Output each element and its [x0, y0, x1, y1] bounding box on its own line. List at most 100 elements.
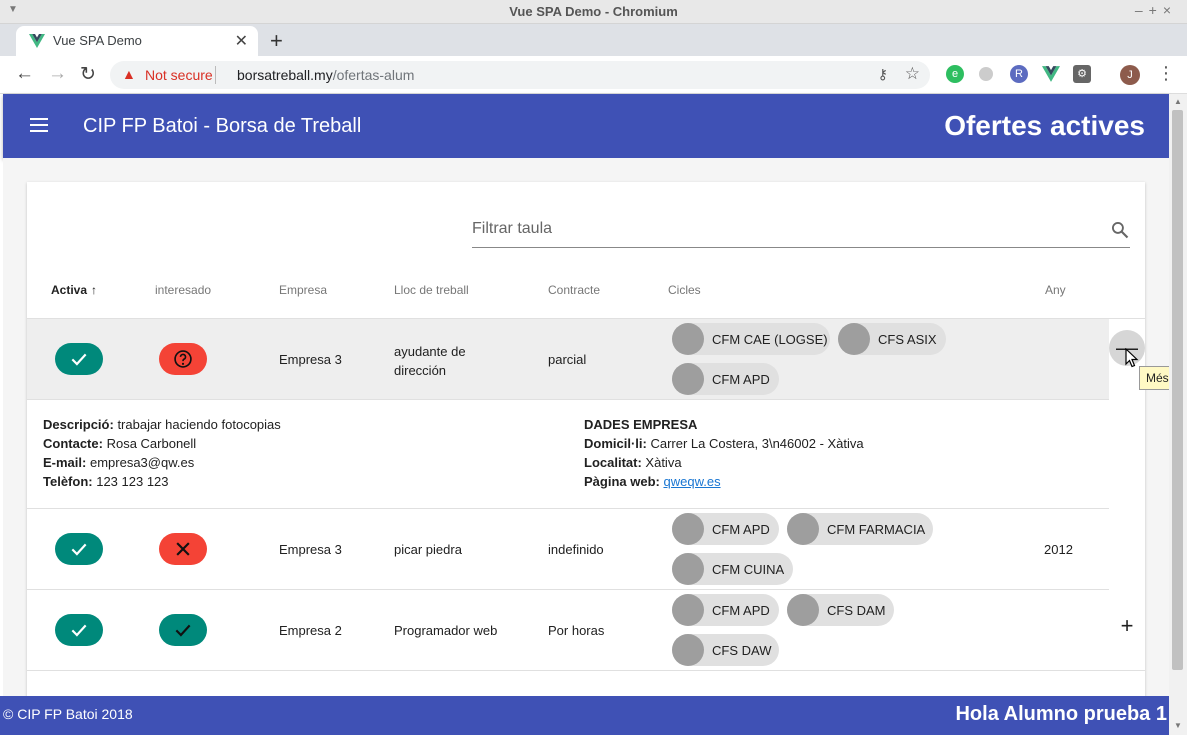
copyright-text: © CIP FP Batoi 2018	[3, 706, 133, 722]
help-icon	[174, 350, 192, 368]
window-title: Vue SPA Demo - Chromium	[509, 4, 678, 19]
table-row[interactable]: Empresa 3 picar piedra indefinido CFM AP…	[27, 509, 1109, 590]
address-bar[interactable]: ▲ Not secure borsatreball.my/ofertas-alu…	[110, 61, 930, 89]
cicle-chip: CFM APD	[672, 513, 779, 545]
lloc-cell: Programador web	[394, 623, 498, 638]
app-title: CIP FP Batoi - Borsa de Treball	[83, 115, 362, 137]
address-divider	[215, 66, 216, 84]
reload-icon[interactable]: ↻	[80, 63, 96, 86]
app-footer: © CIP FP Batoi 2018 Hola Alumno prueba 1	[0, 696, 1169, 735]
warning-icon: ▲	[122, 66, 136, 82]
offers-table-card: Activa↑ interesado Empresa Lloc de treba…	[27, 182, 1145, 696]
url-text[interactable]: borsatreball.my/ofertas-alum	[237, 67, 414, 83]
plus-icon: +	[1120, 613, 1134, 638]
scroll-down-icon[interactable]: ▼	[1174, 721, 1182, 730]
sort-arrow-up-icon: ↑	[91, 283, 98, 297]
mouse-cursor-icon	[1125, 348, 1139, 368]
table-row[interactable]: Empresa 2 Programador web Por horas CFM …	[27, 590, 1145, 671]
cicle-chip: CFS ASIX	[838, 323, 946, 355]
hamburger-menu-icon[interactable]	[30, 118, 48, 132]
row-details: Descripció: trabajar haciendo fotocopias…	[27, 400, 1109, 509]
bookmark-star-icon[interactable]: ☆	[905, 64, 920, 84]
cicle-chip: CFM CUINA	[672, 553, 793, 585]
cicle-chip: CFM FARMACIA	[787, 513, 933, 545]
vue-logo-icon	[29, 34, 45, 48]
browser-menu-icon[interactable]: ⋮	[1157, 63, 1175, 84]
empresa-cell: Empresa 3	[279, 352, 342, 367]
table-header: Activa ↑ interesado Empresa Lloc de treba…	[27, 262, 1145, 319]
descripcio-value: trabajar haciendo fotocopias	[117, 417, 281, 432]
cicle-chip: CFM APD	[672, 363, 779, 395]
check-icon	[71, 624, 87, 637]
new-tab-icon[interactable]: +	[270, 28, 283, 54]
company-heading: DADES EMPRESA	[584, 417, 698, 432]
table-row[interactable]: Empresa 3 ayudante de dirección parcial …	[27, 319, 1109, 400]
tab-close-icon[interactable]: ✕	[235, 31, 248, 51]
security-status[interactable]: Not secure	[145, 67, 213, 83]
tab-title: Vue SPA Demo	[53, 33, 142, 48]
scrollbar-thumb[interactable]	[1172, 110, 1183, 670]
active-status	[55, 614, 103, 646]
page-scrollbar[interactable]: ▲ ▼	[1169, 94, 1187, 735]
tab-strip: Vue SPA Demo ✕ +	[0, 24, 1187, 56]
search-field[interactable]	[472, 216, 1130, 248]
interest-status[interactable]	[159, 343, 207, 375]
check-icon	[71, 543, 87, 556]
cicle-chip: CFM CAE (LOGSE)	[672, 323, 830, 355]
column-header-interesado[interactable]: interesado	[155, 283, 211, 297]
close-icon	[176, 542, 190, 556]
company-website-link[interactable]: qweqw.es	[663, 474, 720, 489]
browser-tab[interactable]: Vue SPA Demo ✕	[16, 26, 258, 56]
column-header-any[interactable]: Any	[1045, 283, 1066, 297]
lloc-cell: ayudante de dirección	[394, 344, 466, 378]
browser-toolbar: ← → ↻ ▲ Not secure borsatreball.my/ofert…	[0, 56, 1187, 94]
column-header-empresa[interactable]: Empresa	[279, 283, 327, 297]
column-header-lloc[interactable]: Lloc de treball	[394, 283, 469, 297]
back-icon[interactable]: ←	[15, 63, 34, 85]
page-title: Ofertes actives	[944, 110, 1145, 141]
column-header-contracte[interactable]: Contracte	[548, 283, 600, 297]
cicle-chip: CFS DAM	[787, 594, 894, 626]
app-toolbar: CIP FP Batoi - Borsa de Treball Ofertes …	[3, 94, 1169, 158]
telefon-value: 123 123 123	[96, 474, 169, 489]
profile-avatar[interactable]: J	[1120, 65, 1140, 85]
contracte-cell: parcial	[548, 352, 587, 367]
lloc-cell: picar piedra	[394, 542, 462, 557]
check-icon	[175, 624, 191, 637]
localitat-value: Xàtiva	[645, 455, 682, 470]
expand-row-button[interactable]: +	[1109, 608, 1145, 644]
user-greeting: Hola Alumno prueba 1	[955, 703, 1167, 725]
forward-icon[interactable]: →	[48, 63, 67, 85]
evernote-icon[interactable]: e	[946, 65, 964, 83]
url-host: borsatreball.my	[237, 67, 333, 83]
url-path: /ofertas-alum	[332, 67, 415, 83]
contacte-value: Rosa Carbonell	[106, 436, 197, 451]
vue-devtools-icon[interactable]	[1042, 66, 1060, 82]
empresa-cell: Empresa 3	[279, 542, 342, 557]
offer-details: Descripció: trabajar haciendo fotocopias…	[43, 417, 281, 489]
check-icon	[71, 353, 87, 366]
contracte-cell: Por horas	[548, 623, 605, 638]
extension-dot-icon[interactable]	[979, 67, 993, 81]
extension-r-icon[interactable]: R	[1010, 65, 1028, 83]
contracte-cell: indefinido	[548, 542, 604, 557]
interest-status[interactable]	[159, 533, 207, 565]
company-details: DADES EMPRESA Domicil·li: Carrer La Cost…	[584, 417, 864, 489]
key-icon[interactable]: ⚷	[878, 66, 888, 83]
main-content: Activa↑ interesado Empresa Lloc de treba…	[3, 158, 1169, 696]
domicili-value: Carrer La Costera, 3\n46002 - Xàtiva	[650, 436, 864, 451]
search-input[interactable]	[472, 220, 1092, 238]
cicle-chip: CFM APD	[672, 594, 779, 626]
window-controls[interactable]: –+×	[1135, 2, 1177, 18]
active-status	[55, 343, 103, 375]
active-status	[55, 533, 103, 565]
search-icon[interactable]	[1110, 220, 1130, 240]
email-value: empresa3@qw.es	[89, 455, 195, 470]
column-header-cicles[interactable]: Cicles	[668, 283, 701, 297]
column-header-activa[interactable]: Activa ↑	[51, 283, 97, 297]
interest-status[interactable]	[159, 614, 207, 646]
empresa-cell: Empresa 2	[279, 623, 342, 638]
window-titlebar: ▼ Vue SPA Demo - Chromium –+×	[0, 0, 1187, 24]
extension-puzzle-icon[interactable]: ⚙	[1073, 65, 1091, 83]
scroll-up-icon[interactable]: ▲	[1174, 97, 1182, 106]
